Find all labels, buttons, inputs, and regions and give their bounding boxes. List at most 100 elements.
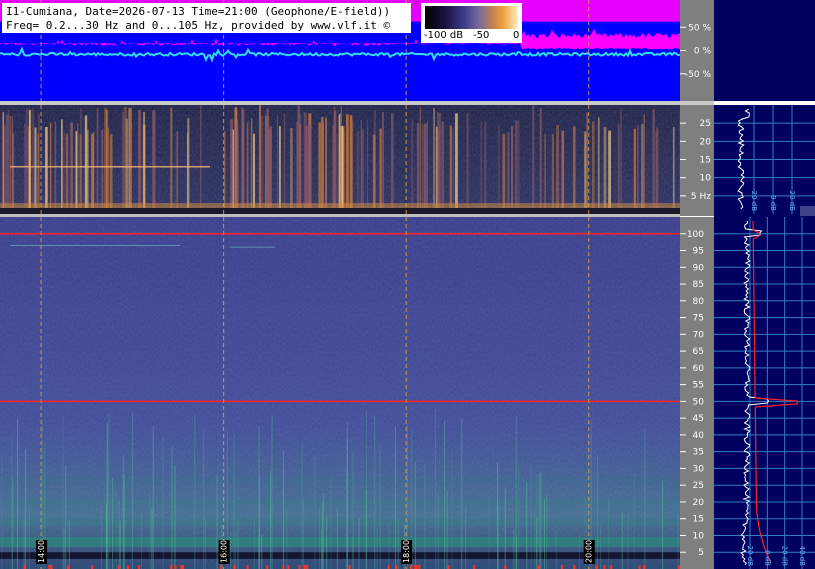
upper-streak [643,114,645,208]
upper-streak [200,105,202,208]
upper-streak [620,108,622,208]
lower-red-speck [415,565,418,569]
upper-streak [433,108,435,208]
lower-streak [544,498,545,569]
lower-streak [513,529,515,569]
upper-streak [584,131,587,208]
separator-bar [0,101,714,105]
upper-streak [9,115,11,208]
upper-streak [480,122,482,208]
lower-tick-label: 100 [687,230,704,240]
lower-streak [112,477,114,569]
lower-red-speck [643,565,646,569]
spec-db-label-upper: 20 dB [788,191,796,212]
spec-db-label-lower: -20 dB [746,543,754,566]
upper-streak [572,126,576,208]
lower-red-speck [306,565,309,569]
lower-streak [376,528,378,569]
lower-band [0,552,680,559]
upper-streak [379,128,382,208]
lower-streak [435,409,437,569]
upper-streak [421,124,425,208]
lower-red-speck [67,565,70,569]
upper-streak [325,117,327,208]
lower-streak [106,423,108,569]
lower-red-speck [418,565,421,569]
upper-spectrogram-gap [0,208,680,214]
lower-red-speck [678,565,681,569]
lower-streak [600,525,602,569]
upper-streak [143,112,145,208]
upper-streak [276,115,279,208]
upper-streak [633,128,636,208]
upper-streak [592,121,595,208]
upper-tick-label: 25 [700,119,711,129]
time-label-20: 20:00 [585,540,594,563]
upper-streak [511,125,514,208]
lower-streak [358,517,360,569]
upper-streak [419,106,421,208]
lower-streak [141,513,142,569]
upper-streak [96,108,99,208]
lower-red-speck [233,565,236,569]
title-box: I1-Cumiana, Date=2026-07-13 Time=21:00 (… [2,3,411,33]
lower-tick-label: 90 [693,263,705,273]
title-line-2: Freq= 0.2...30 Hz and 0...105 Hz, provid… [6,19,391,32]
separator-bar [0,214,680,217]
upper-streak [25,108,29,208]
lower-band [0,478,680,486]
upper-streak [516,121,520,208]
upper-streak [498,124,500,208]
lower-streak [424,464,426,569]
lower-streak [346,421,348,569]
lower-streak [62,415,64,569]
upper-streak [507,131,510,208]
lower-tick-label: 30 [693,464,705,474]
lower-streak [171,446,173,569]
upper-streak [656,127,659,208]
waveform-tick-label: -50 % [685,70,712,80]
lower-red-speck [348,565,351,569]
upper-streak [484,122,487,208]
upper-streak [128,108,130,208]
upper-streak [411,119,414,208]
upper-streak [426,121,428,208]
lower-streak [65,465,67,569]
upper-streak [502,134,506,208]
upper-streak [321,116,324,208]
title-line-1: I1-Cumiana, Date=2026-07-13 Time=21:00 (… [6,5,391,18]
lower-band [0,498,680,506]
lower-streak [162,436,164,569]
upper-streak [235,122,239,208]
upper-streak [551,133,554,208]
lower-red-speck [48,565,51,569]
upper-streak [641,124,644,208]
lower-streak [17,419,18,569]
lower-red-speck [23,565,26,569]
lower-streak [25,449,27,569]
upper-streak [372,134,376,208]
lower-streak [258,425,260,569]
lower-streak [662,480,664,569]
lower-red-speck [266,565,269,569]
lower-red-speck [287,565,290,569]
lower-streak [374,415,376,569]
lower-streak [579,535,580,569]
upper-streak [652,109,655,208]
lower-streak [271,415,273,569]
upper-streak [31,108,35,208]
lower-streak [261,535,263,569]
lower-tick-label: 60 [693,364,705,374]
lower-streak [194,415,196,569]
upper-streak [61,119,63,208]
upper-streak [449,125,452,208]
upper-streak [349,115,353,208]
lower-red-speck [595,565,598,569]
upper-streak [515,120,517,208]
lower-streak [119,520,121,569]
lower-base-band [0,562,680,569]
lower-red-speck [174,565,177,569]
lower-red-speck [409,565,412,569]
lower-streak [644,428,646,569]
lower-streak [366,411,367,569]
